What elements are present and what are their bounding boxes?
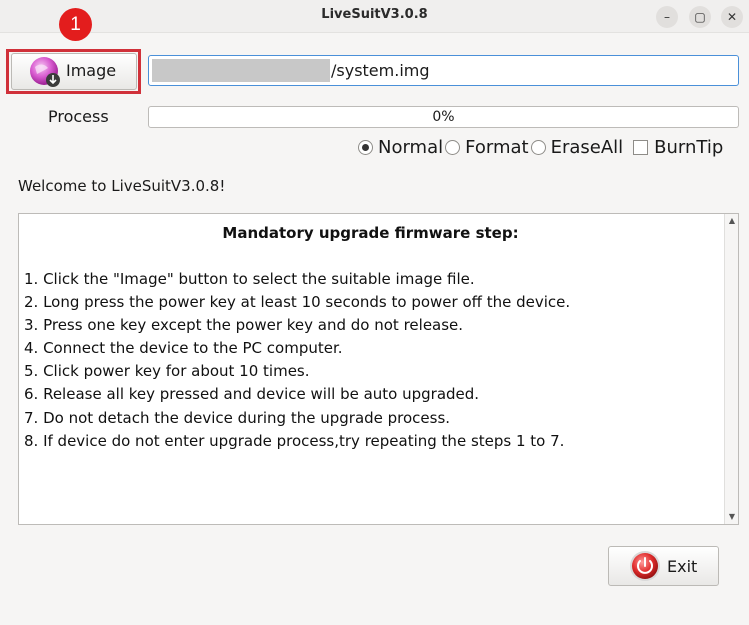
option-eraseall[interactable]: EraseAll bbox=[530, 136, 624, 158]
format-radio[interactable] bbox=[445, 139, 461, 155]
welcome-message: Welcome to LiveSuitV3.0.8! bbox=[18, 177, 226, 195]
instructions-heading: Mandatory upgrade firmware step: bbox=[222, 224, 519, 242]
power-icon bbox=[628, 549, 662, 583]
scroll-up-icon[interactable]: ▲ bbox=[725, 214, 739, 228]
normal-label: Normal bbox=[378, 136, 444, 158]
mode-options: Normal Format EraseAll BurnTip bbox=[358, 136, 725, 158]
instructions-textbox[interactable]: Mandatory upgrade firmware step: 1. Clic… bbox=[18, 213, 739, 525]
option-format[interactable]: Format bbox=[445, 136, 529, 158]
title-bar: LiveSuitV3.0.8 – ▢ ✕ bbox=[0, 0, 749, 33]
step-1: 1. Click the "Image" button to select th… bbox=[24, 270, 475, 288]
step-7: 7. Do not detach the device during the u… bbox=[24, 408, 451, 427]
step-3: 3. Press one key except the power key an… bbox=[24, 316, 464, 335]
maximize-button[interactable]: ▢ bbox=[689, 6, 711, 28]
eraseall-radio[interactable] bbox=[530, 139, 546, 155]
instructions-steps: 1. Click the "Image" button to select th… bbox=[24, 268, 570, 453]
burntip-checkbox[interactable] bbox=[633, 139, 649, 155]
step-5: 5. Click power key for about 10 times. bbox=[24, 362, 310, 381]
image-path-field[interactable]: /system.img bbox=[148, 55, 739, 86]
image-button[interactable]: Image bbox=[11, 53, 137, 90]
option-burntip[interactable]: BurnTip bbox=[625, 137, 723, 158]
image-disc-icon bbox=[28, 55, 62, 89]
normal-radio[interactable] bbox=[358, 139, 373, 155]
exit-label: Exit bbox=[667, 556, 698, 576]
minimize-button[interactable]: – bbox=[656, 6, 678, 28]
burntip-label: BurnTip bbox=[654, 136, 724, 158]
eraseall-label: EraseAll bbox=[550, 136, 624, 158]
step-badge: 1 bbox=[59, 8, 92, 41]
scroll-down-icon[interactable]: ▼ bbox=[725, 510, 739, 524]
window-title: LiveSuitV3.0.8 bbox=[321, 7, 428, 22]
progress-bar: 0% bbox=[148, 106, 739, 128]
image-button-label: Image bbox=[66, 61, 117, 80]
close-button[interactable]: ✕ bbox=[721, 6, 743, 28]
image-path-value: /system.img bbox=[331, 61, 430, 80]
step-4: 4. Connect the device to the PC computer… bbox=[24, 339, 343, 358]
format-label: Format bbox=[465, 136, 529, 158]
process-label: Process bbox=[48, 107, 109, 126]
redacted-path bbox=[152, 59, 330, 82]
step-2: 2. Long press the power key at least 10 … bbox=[24, 293, 571, 312]
vertical-scrollbar[interactable]: ▲ ▼ bbox=[724, 214, 738, 524]
option-normal[interactable]: Normal bbox=[358, 137, 443, 158]
step-6: 6. Release all key pressed and device wi… bbox=[24, 385, 480, 404]
exit-button[interactable]: Exit bbox=[608, 546, 719, 586]
step-8: 8. If device do not enter upgrade proces… bbox=[24, 431, 565, 450]
